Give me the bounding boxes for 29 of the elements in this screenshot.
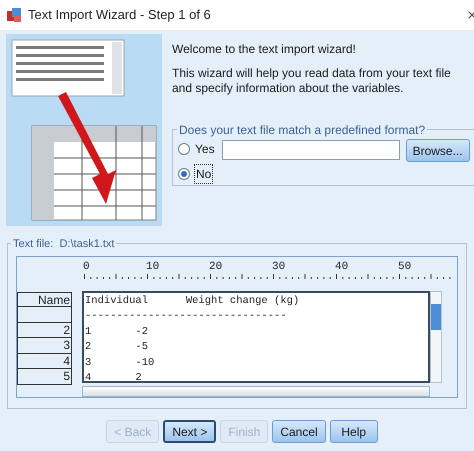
ruler-label: 20 [209,260,222,275]
preview-line: 4 2 [85,371,142,381]
preview-line: 1 -2 [85,324,148,340]
row-label: 2 [17,322,72,338]
preview-line: 2 -5 [85,340,148,356]
ruler-label: 40 [335,260,348,275]
ruler-label: 30 [272,260,286,275]
ruler-label: 0 [83,260,90,275]
browse-button[interactable]: Browse... [406,139,470,162]
ruler-label: 10 [146,260,160,275]
row-label: 5 [17,369,72,385]
intro-text: This wizard will help you read data from your text file and specify information about the variables. [172,66,452,96]
preview-line: -------------------------------- [85,309,287,324]
horizontal-scrollbar[interactable] [82,386,430,397]
ruler-label: 50 [398,260,412,275]
preview-line: 3 -10 [85,356,154,371]
format-path-field[interactable] [222,140,400,160]
vertical-scrollbar[interactable] [430,290,442,383]
row-label: Name [17,292,72,308]
window-title: Text Import Wizard - Step 1 of 6 [28,6,211,24]
wizard-button[interactable]: Next > [163,420,216,443]
wizard-button[interactable]: Help [330,420,378,443]
row-label: 3 [17,338,72,354]
wizard-button[interactable]: Cancel [272,420,326,443]
welcome-heading: Welcome to the text import wizard! [172,41,357,58]
app-icon [6,7,22,23]
row-label: 4 [17,354,72,370]
preview-line: Individual Weight change (kg) [85,294,300,309]
radio-option[interactable]: Yes [178,140,216,158]
